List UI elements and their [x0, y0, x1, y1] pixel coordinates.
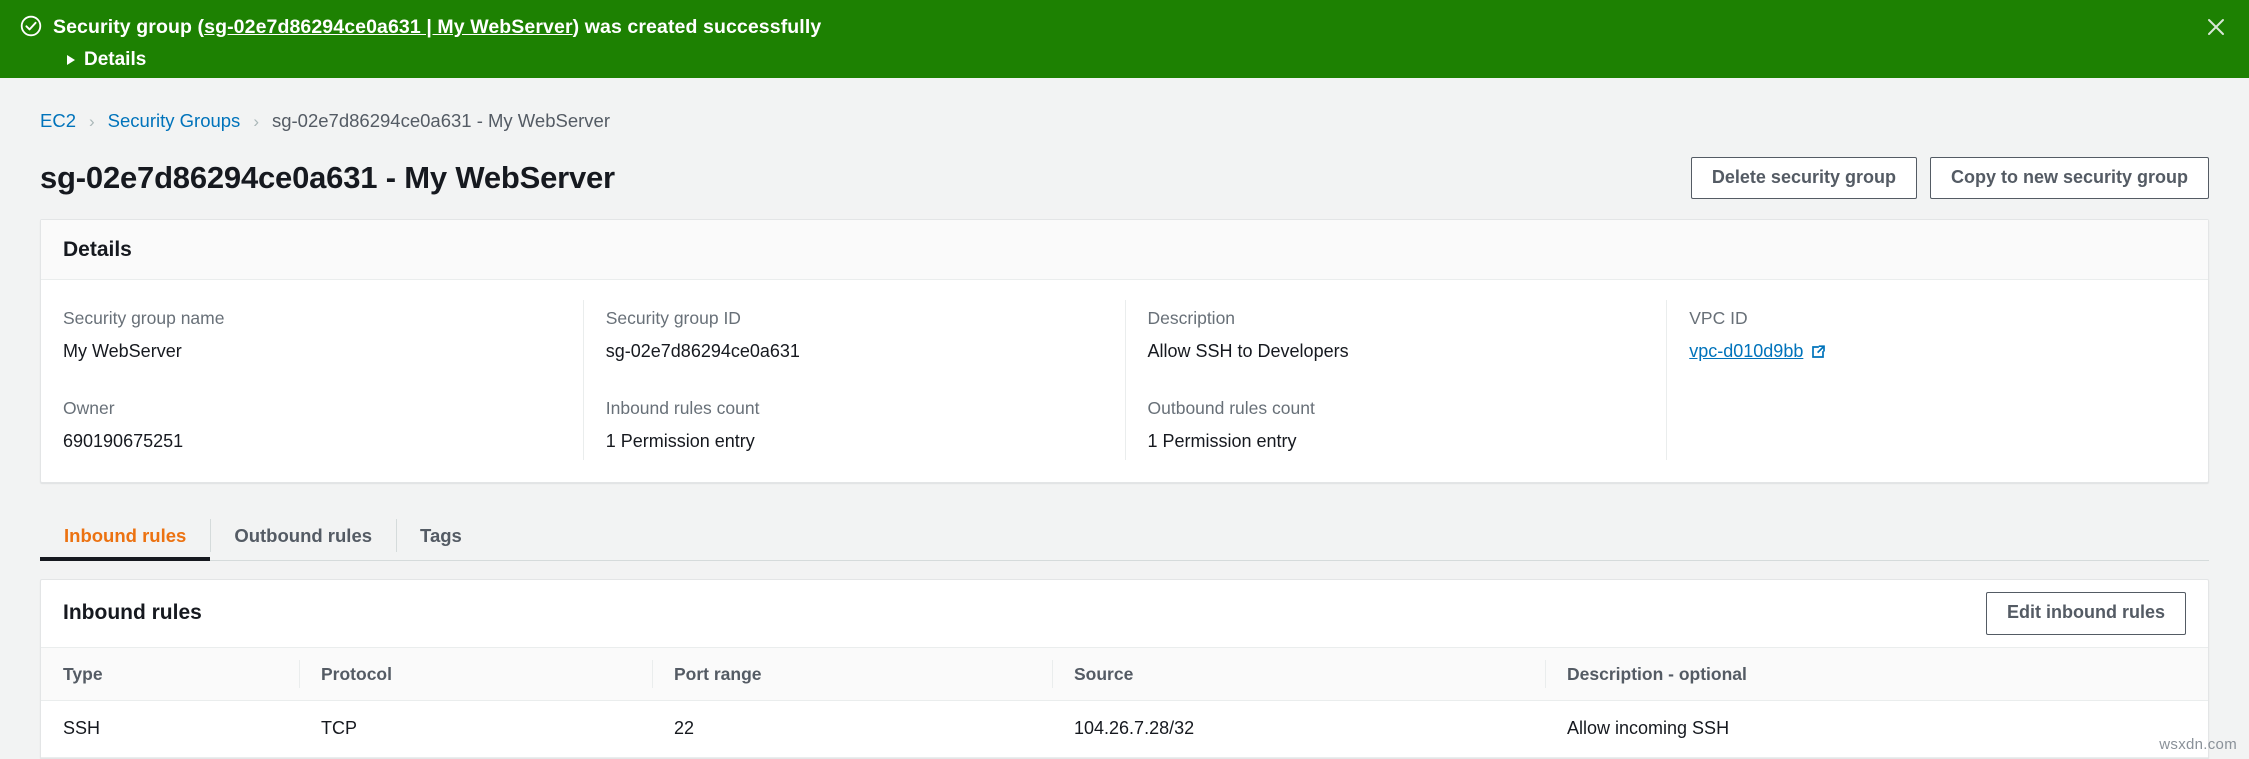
detail-security-group-id: Security group ID sg-02e7d86294ce0a631	[582, 300, 1125, 371]
column-header-description[interactable]: Description - optional	[1545, 646, 2208, 701]
page-header-actions: Delete security group Copy to new securi…	[1690, 156, 2209, 200]
tab-inbound-rules[interactable]: Inbound rules	[40, 511, 211, 561]
column-header-type[interactable]: Type	[41, 646, 299, 701]
detail-security-group-name: Security group name My WebServer	[41, 300, 583, 371]
chevron-right-icon	[67, 55, 75, 66]
tab-tags[interactable]: Tags	[396, 511, 486, 560]
flash-details-toggle[interactable]: Details	[67, 49, 146, 71]
detail-label: Description	[1147, 308, 1236, 328]
detail-label: Inbound rules count	[605, 397, 760, 418]
page-content: EC2 › Security Groups › sg-02e7d86294ce0…	[0, 78, 2249, 759]
tab-outbound-rules[interactable]: Outbound rules	[210, 511, 396, 560]
breadcrumb-separator: ›	[89, 111, 95, 131]
delete-security-group-button[interactable]: Delete security group	[1690, 156, 1917, 200]
table-head: Type Protocol Port range Source Descript…	[41, 646, 2208, 701]
details-card: Details Security group name My WebServer…	[40, 219, 2209, 483]
detail-label: VPC ID	[1689, 308, 1748, 328]
flash-message: Security group (sg-02e7d86294ce0a631 | M…	[53, 15, 821, 39]
details-card-header: Details	[41, 220, 2208, 280]
inbound-rules-card-header: Inbound rules Edit inbound rules	[41, 580, 2208, 647]
breadcrumb-item-ec2[interactable]: EC2	[40, 110, 76, 132]
breadcrumb: EC2 › Security Groups › sg-02e7d86294ce0…	[40, 78, 2209, 140]
table-body: SSH TCP 22 104.26.7.28/32 Allow incoming…	[41, 700, 2208, 758]
detail-outbound-rules-count: Outbound rules count 1 Permission entry	[1124, 370, 1667, 460]
detail-label: Security group ID	[605, 308, 741, 328]
detail-value: 1 Permission entry	[605, 430, 755, 451]
inbound-rules-title: Inbound rules	[63, 601, 202, 625]
column-header-protocol[interactable]: Protocol	[299, 646, 652, 701]
column-header-source[interactable]: Source	[1052, 646, 1545, 701]
details-grid: Security group name My WebServer Securit…	[41, 280, 2208, 482]
table-row[interactable]: SSH TCP 22 104.26.7.28/32 Allow incoming…	[41, 700, 2208, 758]
detail-vpc-id: VPC ID vpc-d010d9bb	[1666, 300, 2208, 371]
check-circle-icon	[20, 15, 42, 37]
watermark: wsxdn.com	[2159, 736, 2237, 753]
detail-owner: Owner 690190675251	[41, 371, 583, 461]
flash-message-prefix: Security group (	[53, 16, 205, 38]
cell-source: 104.26.7.28/32	[1052, 700, 1545, 758]
column-header-port-range[interactable]: Port range	[652, 646, 1052, 701]
breadcrumb-item-current: sg-02e7d86294ce0a631 - My WebServer	[271, 110, 610, 131]
page-header: sg-02e7d86294ce0a631 - My WebServer Dele…	[40, 148, 2209, 208]
copy-to-new-security-group-button[interactable]: Copy to new security group	[1929, 156, 2209, 200]
page-title: sg-02e7d86294ce0a631 - My WebServer	[40, 160, 615, 195]
edit-inbound-rules-button[interactable]: Edit inbound rules	[1986, 592, 2186, 635]
vpc-id-link[interactable]: vpc-d010d9bb	[1689, 340, 1826, 363]
detail-inbound-rules-count: Inbound rules count 1 Permission entry	[582, 370, 1125, 460]
cell-type: SSH	[41, 700, 299, 758]
inbound-rules-table: Type Protocol Port range Source Descript…	[41, 646, 2208, 758]
success-flash-banner: Security group (sg-02e7d86294ce0a631 | M…	[0, 0, 2249, 78]
flash-details-label: Details	[84, 49, 147, 71]
details-title: Details	[63, 238, 132, 261]
tabs-container: Inbound rules Outbound rules Tags	[40, 511, 2209, 561]
external-link-icon	[1810, 343, 1826, 359]
table-header-row: Type Protocol Port range Source Descript…	[41, 646, 2208, 701]
detail-description: Description Allow SSH to Developers	[1124, 300, 1667, 371]
detail-label: Security group name	[63, 308, 225, 328]
detail-value: My WebServer	[63, 341, 182, 361]
detail-value: sg-02e7d86294ce0a631	[605, 341, 800, 361]
flash-security-group-link[interactable]: sg-02e7d86294ce0a631 | My WebServer	[204, 16, 573, 38]
detail-value: 1 Permission entry	[1147, 430, 1297, 451]
breadcrumb-item-security-groups[interactable]: Security Groups	[108, 110, 241, 132]
detail-label: Owner	[63, 397, 115, 418]
cell-protocol: TCP	[299, 700, 652, 758]
flash-message-suffix: ) was created successfully	[572, 16, 822, 38]
inbound-rules-card: Inbound rules Edit inbound rules Type Pr…	[40, 579, 2209, 759]
cell-description: Allow incoming SSH	[1545, 700, 2208, 758]
close-icon[interactable]	[2203, 14, 2229, 40]
cell-port-range: 22	[652, 700, 1052, 758]
tabs: Inbound rules Outbound rules Tags	[40, 511, 2209, 561]
detail-value: 690190675251	[63, 430, 184, 451]
vpc-id-label: vpc-d010d9bb	[1689, 341, 1804, 361]
detail-empty	[1666, 370, 2208, 460]
detail-label: Outbound rules count	[1147, 397, 1315, 418]
breadcrumb-separator: ›	[253, 111, 259, 131]
detail-value: Allow SSH to Developers	[1147, 341, 1349, 361]
